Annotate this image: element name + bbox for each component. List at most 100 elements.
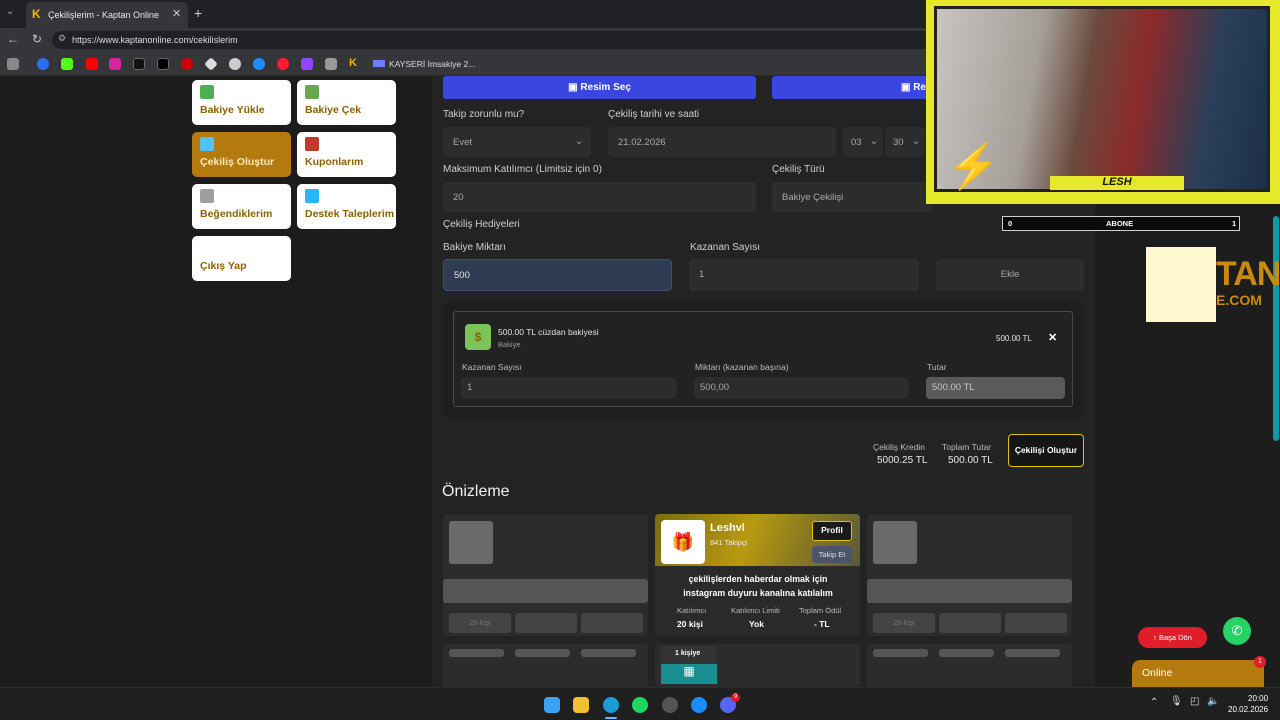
giveaway-type-select[interactable]: Bakiye Çekilişi <box>772 182 932 212</box>
bookmark-youtube-icon[interactable] <box>86 58 98 70</box>
preview-card[interactable]: 🎁 Leshvl 841 Takipçi Profil Takip Et çek… <box>655 514 860 636</box>
bookmark-r-icon[interactable] <box>37 58 49 70</box>
bookmark-tiktok-icon[interactable] <box>133 58 145 70</box>
follow-value: Evet <box>453 137 473 148</box>
giveaway-icon <box>200 137 214 151</box>
follow-required-select[interactable]: Evet ⌄ <box>443 127 591 157</box>
url-field[interactable]: ⚙ https://www.kaptanonline.com/cekilisle… <box>52 31 932 49</box>
gifts-label: Çekiliş Hediyeleri <box>443 219 520 230</box>
windows-start-icon[interactable] <box>544 697 560 713</box>
bookmark-red-icon[interactable] <box>181 58 193 70</box>
select-image-button-2[interactable]: ▣ Re <box>772 76 932 99</box>
online-chat-button[interactable]: Online <box>1132 660 1264 687</box>
url-text: https://www.kaptanonline.com/cekilisleri… <box>72 35 238 45</box>
ghost-line <box>581 649 636 657</box>
bookmark-opera-icon[interactable] <box>277 58 289 70</box>
select-image-button[interactable]: ▣ Resim Seç <box>443 76 756 99</box>
bookmark-github-icon[interactable] <box>229 58 241 70</box>
microphone-icon[interactable]: 🎙 <box>1170 696 1183 707</box>
ghost-line <box>867 579 1072 603</box>
bookmark-imsakiye[interactable]: KAYSERİ İmsakiye 2... <box>389 59 475 69</box>
bookmark-gamepad-icon[interactable] <box>7 58 19 70</box>
winners-input[interactable]: 1 <box>689 259 919 291</box>
chevron-down-icon: ⌄ <box>575 136 583 147</box>
tab-search-chevron-icon[interactable]: ⌄ <box>6 6 20 20</box>
menu-label: Çıkış Yap <box>200 260 247 272</box>
streamer-name: LESH <box>1102 176 1132 188</box>
date-label: Çekiliş tarihi ve saati <box>608 109 700 120</box>
bookmark-x-icon[interactable] <box>157 58 169 70</box>
gift-per-value: 500,00 <box>700 382 730 393</box>
page-scrollbar[interactable] <box>1273 216 1279 441</box>
file-explorer-icon[interactable] <box>573 697 589 713</box>
gift-winners-input[interactable]: 1 <box>461 377 677 399</box>
clock-time[interactable]: 20:00 <box>1248 694 1268 703</box>
stat-value: Yok <box>749 619 764 629</box>
lightning-bolt-icon: ⚡ <box>946 142 1001 191</box>
webcam-overlay: ⚡ LESH <box>926 0 1280 204</box>
menu-cekilis-olustur[interactable]: Çekiliş Oluştur <box>192 132 291 177</box>
back-to-top-button[interactable]: ↑ Başa Dön <box>1138 627 1207 648</box>
date-value: 21.02.2026 <box>618 137 666 148</box>
gift-badge-label: 1 kişiye <box>675 650 701 657</box>
volume-icon[interactable]: 🔈 <box>1207 696 1219 707</box>
new-tab-icon[interactable]: + <box>194 5 202 21</box>
menu-destek-taleplerim[interactable]: Destek Taleplerim <box>297 184 396 229</box>
create-giveaway-button[interactable]: Çekilişi Oluştur <box>1008 434 1084 467</box>
hour-select[interactable]: 03 ⌄ <box>843 127 883 157</box>
reload-icon[interactable]: ↻ <box>32 32 42 46</box>
bookmark-w-icon[interactable] <box>325 58 337 70</box>
ghost-line <box>443 579 648 603</box>
minute-select[interactable]: 30 ⌄ <box>885 127 925 157</box>
menu-bakiye-cek[interactable]: Bakiye Çek <box>297 80 396 125</box>
stat-label: Katılımcı <box>677 606 707 615</box>
online-label: Online <box>1142 667 1173 679</box>
follow-button[interactable]: Takip Et <box>812 546 852 563</box>
tab-close-icon[interactable]: ✕ <box>172 7 181 20</box>
ghost-avatar <box>449 521 493 564</box>
menu-label: Beğendiklerim <box>200 208 273 220</box>
obs-icon[interactable] <box>662 697 678 713</box>
menu-bakiye-yukle[interactable]: Bakiye Yükle <box>192 80 291 125</box>
discord-badge-count: 9 <box>733 694 738 700</box>
bookmark-kaptan-icon[interactable]: K <box>349 57 357 69</box>
network-icon[interactable]: ◰ <box>1190 696 1199 707</box>
chevron-down-icon: ⌄ <box>912 136 920 147</box>
gift-sum-label: Tutar <box>927 362 947 372</box>
whatsapp-icon[interactable]: ✆ <box>1223 617 1251 645</box>
back-arrow-icon[interactable]: ← <box>7 32 19 46</box>
gift-sum-input: 500.00 TL <box>926 377 1065 399</box>
clock-date[interactable]: 20.02.2026 <box>1228 705 1268 714</box>
browser-tab[interactable]: K Çekilişlerim - Kaptan Online ✕ <box>26 2 188 28</box>
tray-chevron-icon[interactable]: ⌃ <box>1150 697 1158 708</box>
add-gift-button[interactable]: Ekle <box>936 259 1084 291</box>
bookmark-instagram-icon[interactable] <box>109 58 121 70</box>
bookmark-kick-icon[interactable] <box>61 58 73 70</box>
menu-begendiklerim[interactable]: Beğendiklerim <box>192 184 291 229</box>
profile-button[interactable]: Profil <box>812 521 852 541</box>
gift-per-input[interactable]: 500,00 <box>694 377 909 399</box>
date-input[interactable]: 21.02.2026 <box>608 127 836 157</box>
total-label: Toplam Tutar <box>942 442 992 452</box>
ghost-stat-value: 20 kişi <box>893 618 915 627</box>
menu-cikis-yap[interactable]: Çıkış Yap <box>192 236 291 281</box>
menu-kuponlarim[interactable]: Kuponlarım <box>297 132 396 177</box>
spotify-icon[interactable] <box>632 697 648 713</box>
gift-item-title: 500.00 TL cüzdan bakiyesi <box>498 327 599 337</box>
edge-browser-icon[interactable] <box>603 697 619 713</box>
remove-gift-close-icon[interactable]: ✕ <box>1048 331 1057 344</box>
winners-label: Kazanan Sayısı <box>690 242 761 253</box>
bookmark-globe-icon[interactable] <box>253 58 265 70</box>
bookmark-diamond-icon[interactable] <box>204 57 218 71</box>
online-badge-count: 1 <box>1258 658 1262 665</box>
gift-item-subtitle: Bakiye <box>498 340 521 349</box>
bookmark-twitch-icon[interactable] <box>301 58 313 70</box>
preview-followers: 841 Takipçi <box>710 538 748 547</box>
amount-input[interactable]: 500 <box>443 259 672 291</box>
ghost-line <box>515 649 570 657</box>
site-settings-icon[interactable]: ⚙ <box>58 33 66 44</box>
profile-label: Profil <box>821 525 843 535</box>
messenger-icon[interactable] <box>691 697 707 713</box>
active-app-indicator <box>605 717 617 719</box>
max-participants-input[interactable]: 20 <box>443 182 756 212</box>
